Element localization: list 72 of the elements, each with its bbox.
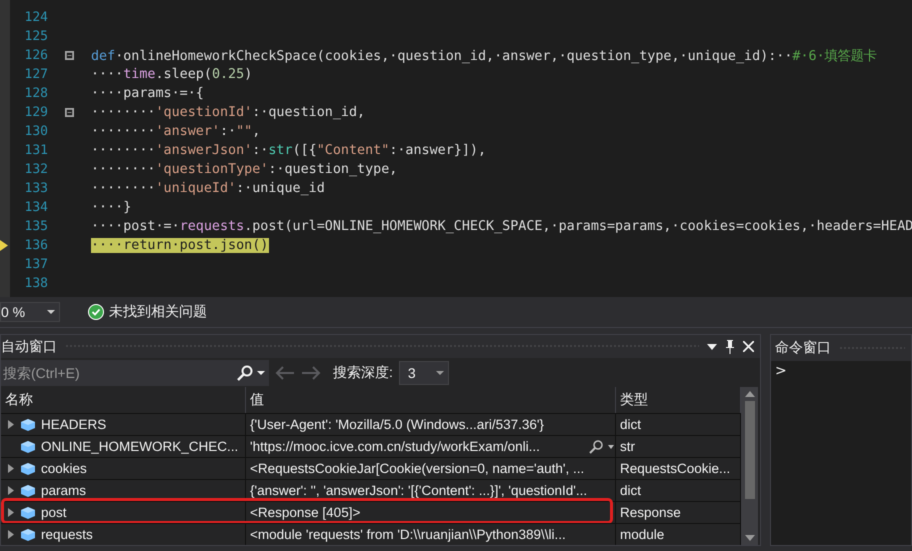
value-cell: {'answer': '', 'answerJson': '[{'Content': ...}]', 'questionId'...: [246, 480, 616, 501]
variable-cube-icon: [21, 484, 35, 496]
name-cell: post: [1, 502, 246, 523]
name-cell: cookies: [1, 458, 246, 479]
variable-cube-icon: [21, 528, 35, 540]
check-circle-icon: [88, 304, 104, 320]
value-cell: {'User-Agent': 'Mozilla/5.0 (Windows...ari/537.36'}: [246, 414, 616, 435]
caret-icon: [257, 370, 265, 375]
line-number: 136: [24, 238, 48, 253]
code-line: ········'questionId':·question_id,: [91, 105, 366, 120]
name-cell: HEADERS: [1, 414, 246, 435]
close-icon[interactable]: [743, 341, 754, 352]
search-button[interactable]: [233, 360, 269, 386]
caret-icon: [436, 370, 444, 375]
line-number: 132: [24, 162, 48, 177]
issues-status: 未找到相关问题: [109, 303, 207, 321]
code-line: ········'answer':·"",: [91, 124, 260, 139]
variable-cube-icon: [21, 462, 35, 474]
line-number: 125: [24, 29, 48, 44]
collapse-icon[interactable]: [65, 51, 74, 60]
column-header[interactable]: 名称: [1, 387, 246, 413]
caret-icon: [47, 310, 55, 314]
zoom-dropdown[interactable]: 0 %: [0, 302, 60, 322]
search-icon: [237, 364, 253, 381]
command-prompt: >: [774, 362, 788, 381]
line-number: 129: [24, 105, 48, 120]
scroll-down-icon[interactable]: [744, 535, 754, 541]
code-line: ····time.sleep(0.25): [91, 67, 252, 82]
name-cell: requests: [1, 524, 246, 545]
variable-cube-icon: [21, 440, 35, 452]
search-field[interactable]: 搜索(Ctrl+E): [1, 360, 233, 386]
line-number: 134: [24, 200, 48, 215]
expand-arrow-icon[interactable]: [7, 530, 15, 539]
value-cell: <Response [405]>: [246, 502, 616, 523]
line-number: 131: [24, 143, 48, 158]
pin-icon[interactable]: [725, 340, 735, 354]
code-line: def·onlineHomeworkCheckSpace(cookies,·question_id,·answer,·question_type,·unique_id):··#·6·填答题卡: [91, 48, 877, 64]
line-number: 124: [24, 10, 48, 25]
expand-arrow-icon[interactable]: [7, 508, 15, 517]
magnifier-icon[interactable]: [589, 440, 615, 454]
expand-arrow-icon[interactable]: [7, 420, 15, 429]
name-cell: params: [1, 480, 246, 501]
line-number: 126: [24, 48, 48, 63]
code-line: ········'questionType':·question_type,: [91, 162, 398, 177]
expand-arrow-icon[interactable]: [7, 464, 15, 473]
line-number: 133: [24, 181, 48, 196]
line-number: 135: [24, 219, 48, 234]
panel-title: 自动窗口: [1, 338, 57, 356]
code-line: ····}: [91, 200, 132, 215]
code-line: ····params·=·{: [91, 86, 204, 101]
variable-cube-icon: [21, 506, 35, 518]
depth-label: 搜索深度:: [333, 364, 393, 382]
panel-title: 命令窗口: [775, 339, 831, 357]
line-number: 127: [24, 67, 48, 82]
depth-dropdown[interactable]: 3: [398, 360, 449, 385]
variable-cube-icon: [21, 418, 35, 430]
line-number: 137: [24, 257, 48, 272]
line-number: 128: [24, 86, 48, 101]
code-line: ········'uniqueId':·unique_id: [91, 181, 325, 196]
line-number: 130: [24, 124, 48, 139]
value-cell: <module 'requests' from 'D:\\ruanjian\\Python389\\li...: [246, 524, 616, 545]
column-header[interactable]: 值: [246, 387, 616, 413]
dropdown-icon[interactable]: [707, 344, 717, 350]
name-cell: ONLINE_HOMEWORK_CHEC...: [1, 436, 246, 457]
value-cell: <RequestsCookieJar[Cookie(version=0, name='auth', ...: [246, 458, 616, 479]
code-line: ········'answerJson':·str([{"Content":·answer}]),: [91, 143, 486, 158]
line-number: 138: [24, 276, 48, 291]
scrollbar[interactable]: [741, 387, 758, 545]
collapse-icon[interactable]: [65, 108, 74, 117]
value-cell: 'https://mooc.icve.com.cn/study/workExam/onli...: [246, 436, 616, 457]
expand-arrow-icon[interactable]: [7, 486, 15, 495]
scroll-up-icon[interactable]: [744, 391, 754, 397]
